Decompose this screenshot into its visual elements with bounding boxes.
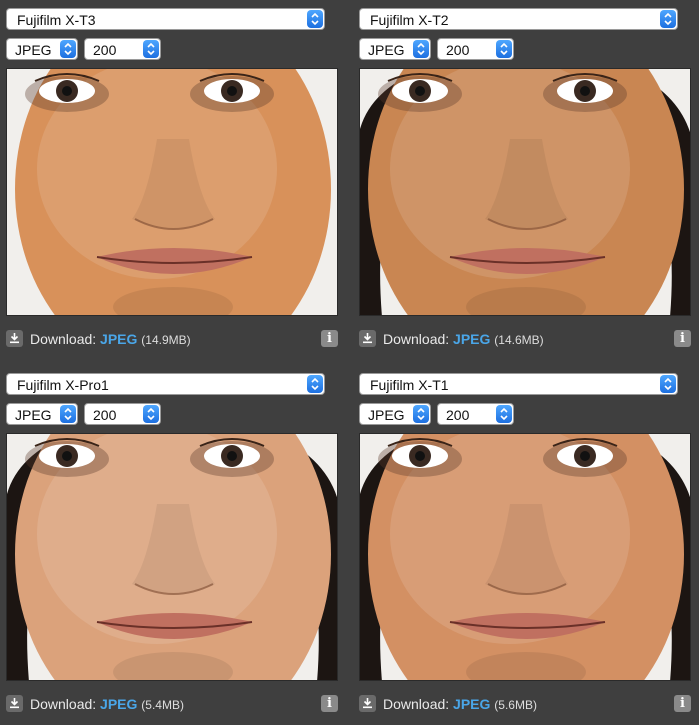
iso-select[interactable]: 200 xyxy=(84,403,161,425)
download-row: Download: JPEG (14.9MB) i xyxy=(6,329,338,349)
download-text: Download: JPEG (14.9MB) xyxy=(30,331,191,347)
camera-select-value: Fujifilm X-T3 xyxy=(17,12,96,28)
download-label: Download: xyxy=(383,331,450,347)
comparison-panel: Fujifilm X-T2 JPEG 200 Download: JPEG (1… xyxy=(359,8,695,360)
info-icon[interactable]: i xyxy=(321,695,338,712)
select-arrows-icon xyxy=(660,10,676,28)
iso-select[interactable]: 200 xyxy=(84,38,161,60)
comparison-panel: Fujifilm X-Pro1 JPEG 200 Download: JPEG … xyxy=(6,373,342,725)
iso-select[interactable]: 200 xyxy=(437,403,514,425)
select-arrows-icon xyxy=(496,40,512,58)
iso-select-value: 200 xyxy=(446,42,470,58)
select-arrows-icon xyxy=(143,405,159,423)
download-text: Download: JPEG (14.6MB) xyxy=(383,331,544,347)
info-icon[interactable]: i xyxy=(674,695,691,712)
select-arrows-icon xyxy=(496,405,512,423)
download-icon[interactable] xyxy=(6,330,23,347)
camera-select[interactable]: Fujifilm X-T2 xyxy=(359,8,678,30)
camera-select-value: Fujifilm X-Pro1 xyxy=(17,377,109,393)
download-text: Download: JPEG (5.6MB) xyxy=(383,696,537,712)
camera-select[interactable]: Fujifilm X-Pro1 xyxy=(6,373,325,395)
format-select[interactable]: JPEG xyxy=(6,38,78,60)
download-icon[interactable] xyxy=(6,695,23,712)
camera-select[interactable]: Fujifilm X-T3 xyxy=(6,8,325,30)
iso-select-value: 200 xyxy=(93,407,117,423)
select-arrows-icon xyxy=(307,375,323,393)
download-row: Download: JPEG (5.6MB) i xyxy=(359,694,691,714)
format-select-value: JPEG xyxy=(368,407,405,423)
sample-photo[interactable] xyxy=(6,68,338,316)
format-select-value: JPEG xyxy=(15,407,52,423)
format-select[interactable]: JPEG xyxy=(359,38,431,60)
info-icon[interactable]: i xyxy=(674,330,691,347)
download-format-link[interactable]: JPEG xyxy=(100,696,137,712)
select-arrows-icon xyxy=(60,40,76,58)
download-format-link[interactable]: JPEG xyxy=(453,331,490,347)
download-text: Download: JPEG (5.4MB) xyxy=(30,696,184,712)
select-arrows-icon xyxy=(60,405,76,423)
download-row: Download: JPEG (5.4MB) i xyxy=(6,694,338,714)
download-label: Download: xyxy=(30,696,97,712)
download-icon[interactable] xyxy=(359,330,376,347)
file-size: (5.4MB) xyxy=(141,698,184,712)
format-select[interactable]: JPEG xyxy=(359,403,431,425)
select-arrows-icon xyxy=(413,40,429,58)
file-size: (14.9MB) xyxy=(141,333,191,347)
select-arrows-icon xyxy=(660,375,676,393)
download-label: Download: xyxy=(30,331,97,347)
format-select-value: JPEG xyxy=(15,42,52,58)
select-arrows-icon xyxy=(413,405,429,423)
sample-photo[interactable] xyxy=(359,68,691,316)
camera-select-value: Fujifilm X-T1 xyxy=(370,377,449,393)
file-size: (14.6MB) xyxy=(494,333,544,347)
download-format-link[interactable]: JPEG xyxy=(453,696,490,712)
download-label: Download: xyxy=(383,696,450,712)
info-icon[interactable]: i xyxy=(321,330,338,347)
download-row: Download: JPEG (14.6MB) i xyxy=(359,329,691,349)
format-select-value: JPEG xyxy=(368,42,405,58)
download-format-link[interactable]: JPEG xyxy=(100,331,137,347)
download-icon[interactable] xyxy=(359,695,376,712)
comparison-panel: Fujifilm X-T1 JPEG 200 Download: JPEG (5… xyxy=(359,373,695,725)
iso-select-value: 200 xyxy=(93,42,117,58)
iso-select[interactable]: 200 xyxy=(437,38,514,60)
sample-photo[interactable] xyxy=(359,433,691,681)
format-select[interactable]: JPEG xyxy=(6,403,78,425)
camera-select[interactable]: Fujifilm X-T1 xyxy=(359,373,678,395)
camera-select-value: Fujifilm X-T2 xyxy=(370,12,449,28)
select-arrows-icon xyxy=(307,10,323,28)
iso-select-value: 200 xyxy=(446,407,470,423)
sample-photo[interactable] xyxy=(6,433,338,681)
file-size: (5.6MB) xyxy=(494,698,537,712)
comparison-panel: Fujifilm X-T3 JPEG 200 Download: JPEG (1… xyxy=(6,8,342,360)
select-arrows-icon xyxy=(143,40,159,58)
